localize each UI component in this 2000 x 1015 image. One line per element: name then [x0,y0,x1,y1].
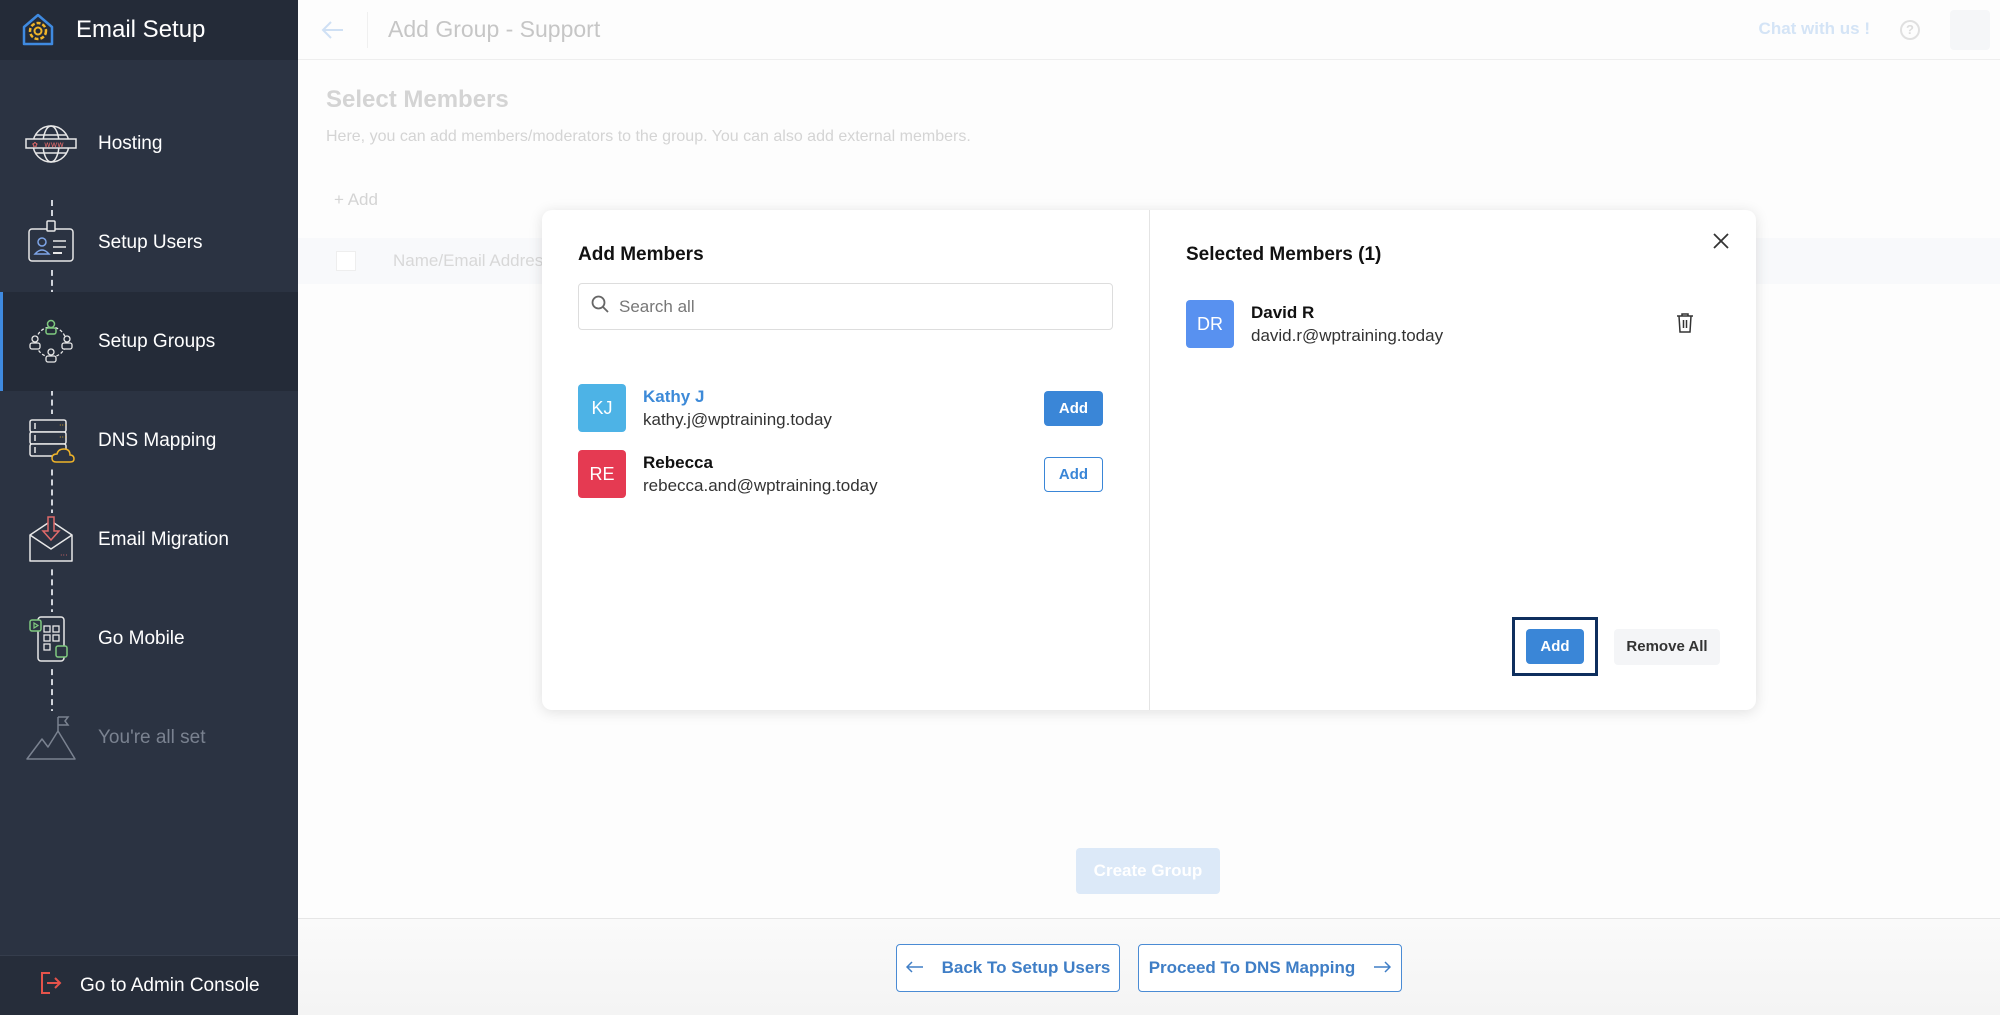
step-label: Go Mobile [98,627,185,649]
arrow-right-icon [1373,958,1392,978]
focus-highlight: Add [1512,617,1598,676]
search-box[interactable] [578,283,1113,330]
sidebar-step-go-mobile[interactable]: Go Mobile [0,589,298,688]
member-email: rebecca.and@wptraining.today [643,475,878,495]
user-avatar[interactable] [1950,10,1990,50]
avatar: RE [578,450,626,498]
envelope-download-icon: ··· [24,512,78,567]
avatar: DR [1186,300,1234,348]
add-members-pane: Add Members KJ Kathy J kathy.j@wptrainin… [542,210,1150,710]
admin-console-label: Go to Admin Console [80,974,260,996]
svg-text:···: ··· [59,421,67,430]
add-members-title: Add Members [578,244,704,265]
sidebar-step-setup-users[interactable]: Setup Users [0,193,298,292]
avatar: KJ [578,384,626,432]
add-members-modal: Add Members KJ Kathy J kathy.j@wptrainin… [542,210,1756,710]
close-icon[interactable] [1710,230,1732,252]
setup-steps: www ✿ Hosting Setup Users Setup Groups ··… [0,60,298,787]
search-icon [591,295,609,318]
step-label: Email Migration [98,528,229,550]
svg-text:www: www [44,140,64,149]
next-button-label: Proceed To DNS Mapping [1148,958,1356,977]
app-title: Email Setup [76,16,206,43]
exit-icon [40,971,62,1000]
add-member-link[interactable]: + Add [334,190,378,210]
member-email: kathy.j@wptraining.today [643,409,832,429]
mountain-flag-icon [24,710,78,765]
remove-all-button[interactable]: Remove All [1614,628,1720,665]
go-to-admin-console-link[interactable]: Go to Admin Console [0,955,298,1015]
topbar: Add Group - Support Chat with us ! ? [298,0,2000,60]
id-card-icon [24,215,78,270]
server-cloud-icon: ··· ··· [24,413,78,468]
step-label: Setup Groups [98,330,216,352]
back-button-label: Back To Setup Users [941,958,1111,977]
sidebar-step-dns-mapping[interactable]: ··· ··· DNS Mapping [0,391,298,490]
add-member-button[interactable]: Add [1044,391,1103,426]
member-name[interactable]: Kathy J [643,387,832,407]
email-setup-logo-icon [18,10,58,50]
member-row-rebecca: RE Rebecca rebecca.and@wptraining.today … [578,450,1113,498]
member-row-kathy: KJ Kathy J kathy.j@wptraining.today Add [578,384,1113,432]
sidebar-step-setup-groups[interactable]: Setup Groups [0,292,298,391]
search-input[interactable] [619,296,1088,317]
trash-icon[interactable] [1676,312,1694,339]
member-name: David R [1251,302,1315,322]
group-icon [24,314,78,369]
step-label: Setup Users [98,231,203,253]
select-all-checkbox[interactable] [336,251,356,271]
section-title: Select Members [326,86,509,113]
chat-with-us-link[interactable]: Chat with us ! [1759,19,1870,39]
step-label: Hosting [98,132,163,154]
arrow-left-icon [905,958,924,978]
modal-actions: Add Remove All [1512,617,1720,676]
wizard-footer: Back To Setup Users Proceed To DNS Mappi… [298,918,2000,1015]
back-to-setup-users-button[interactable]: Back To Setup Users [896,944,1120,992]
selected-member-row: DR David R david.r@wptraining.today [1186,300,1720,348]
back-arrow-icon[interactable] [298,11,368,48]
member-name: Rebecca [643,452,713,472]
sidebar-step-all-set: You're all set [0,688,298,787]
member-email: david.r@wptraining.today [1251,325,1444,345]
proceed-to-dns-mapping-button[interactable]: Proceed To DNS Mapping [1138,944,1402,992]
available-members-list: KJ Kathy J kathy.j@wptraining.today Add … [578,384,1113,498]
add-selected-button[interactable]: Add [1526,629,1584,664]
globe-www-icon: www ✿ [24,116,78,171]
svg-text:✿: ✿ [32,141,38,149]
sidebar-step-email-migration[interactable]: ··· Email Migration [0,490,298,589]
selected-members-list: DR David R david.r@wptraining.today [1186,300,1720,348]
create-group-button[interactable]: Create Group [1076,848,1220,894]
step-label: DNS Mapping [98,429,217,451]
mobile-apps-icon [24,611,78,666]
selected-members-title: Selected Members (1) [1186,244,1382,265]
help-icon[interactable]: ? [1900,20,1920,40]
step-label: You're all set [98,726,206,748]
svg-text:···: ··· [59,433,67,442]
selected-members-pane: Selected Members (1) DR David R david.r@… [1150,210,1756,710]
section-description: Here, you can add members/moderators to … [326,128,971,145]
sidebar: Email Setup www ✿ Hosting Setup Users Set… [0,0,298,1015]
column-name-email: Name/Email Addres [393,251,544,270]
sidebar-step-hosting[interactable]: www ✿ Hosting [0,94,298,193]
sidebar-header: Email Setup [0,0,298,60]
page-title: Add Group - Support [388,16,601,42]
add-member-button[interactable]: Add [1044,457,1103,492]
svg-text:···: ··· [60,551,68,560]
